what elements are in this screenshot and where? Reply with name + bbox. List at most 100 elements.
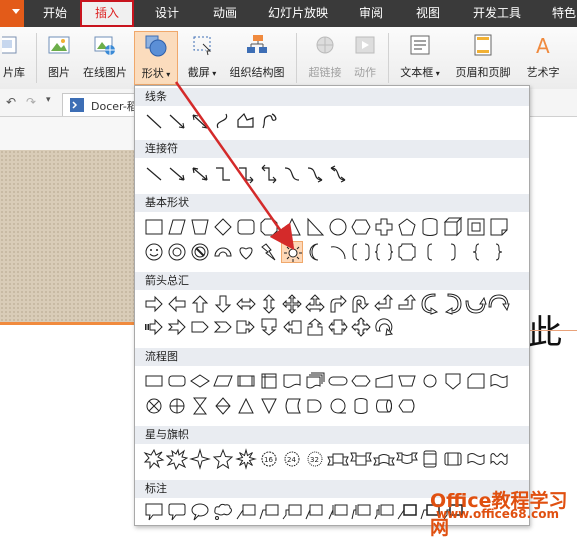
flowchart-terminator-shape[interactable] [327,370,349,392]
slide-thumbnail[interactable] [0,150,140,322]
header-footer-button[interactable]: 页眉和页脚 [450,31,516,85]
diamond-shape[interactable] [212,216,234,238]
cloud-callout-shape[interactable] [212,501,234,523]
rounded-rectangle-shape[interactable] [235,216,257,238]
hyperlink-button[interactable]: 超链接 [304,31,346,85]
line-callout-2-shape[interactable] [258,501,280,523]
explosion-2-shape[interactable] [166,448,188,470]
flowchart-multidocument-shape[interactable] [304,370,326,392]
parallelogram-shape[interactable] [166,216,188,238]
right-arrow-shape[interactable] [143,293,165,315]
elbow-double-arrow-connector-shape[interactable] [258,163,280,185]
left-right-arrow-shape[interactable] [235,293,257,315]
flowchart-punched-tape-shape[interactable] [488,370,510,392]
redo-icon[interactable]: ↷ [26,95,36,109]
curved-up-ribbon-shape[interactable] [373,448,395,470]
flowchart-predefined-process-shape[interactable] [235,370,257,392]
star-4-point-shape[interactable] [189,448,211,470]
curved-down-arrow-shape[interactable] [488,293,510,315]
left-brace-shape[interactable] [465,241,487,263]
quad-arrow-callout-shape[interactable] [350,316,372,338]
org-chart-button[interactable]: 组织结构图 [226,31,288,85]
tab-review[interactable]: 审阅 [346,0,396,27]
no-symbol-shape[interactable] [189,241,211,263]
tab-developer[interactable]: 开发工具 [462,0,532,27]
line-callout-1-shape[interactable] [235,501,257,523]
online-picture-button[interactable]: 在线图片 [78,31,132,85]
dropdown-icon[interactable]: ▾ [46,95,51,105]
folded-corner-shape[interactable] [488,216,510,238]
double-brace-shape[interactable] [373,241,395,263]
line-callout-3-shape[interactable] [281,501,303,523]
left-up-arrow-shape[interactable] [373,293,395,315]
bevel-shape[interactable] [465,216,487,238]
picture-button[interactable]: 图片 [42,31,76,85]
up-ribbon-shape[interactable] [327,448,349,470]
chevron-shape[interactable] [212,316,234,338]
moon-shape[interactable] [304,241,326,263]
flowchart-decision-shape[interactable] [189,370,211,392]
undo-icon[interactable]: ↶ [6,95,16,109]
flowchart-stored-data-shape[interactable] [281,395,303,417]
tab-design[interactable]: 设计 [140,0,194,27]
up-arrow-callout-shape[interactable] [304,316,326,338]
octagon-shape[interactable] [258,216,280,238]
accent-callout-2-shape[interactable] [350,501,372,523]
explosion-1-shape[interactable] [143,448,165,470]
flowchart-alternate-process-shape[interactable] [166,370,188,392]
screenshot-button[interactable]: 截屏 ▾ [180,31,224,85]
scribble-shape[interactable] [258,110,280,132]
flowchart-offpage-connector-shape[interactable] [442,370,464,392]
right-brace-shape[interactable] [488,241,510,263]
tab-view[interactable]: 视图 [404,0,452,27]
flowchart-sequential-storage-shape[interactable] [327,395,349,417]
flowchart-manual-operation-shape[interactable] [396,370,418,392]
down-ribbon-shape[interactable] [350,448,372,470]
flowchart-magnetic-disk-shape[interactable] [350,395,372,417]
left-arrow-callout-shape[interactable] [281,316,303,338]
flowchart-connector-shape[interactable] [419,370,441,392]
left-right-up-arrow-shape[interactable] [304,293,326,315]
flowchart-document-shape[interactable] [281,370,303,392]
star-32-point-shape[interactable]: 32 [304,448,326,470]
right-triangle-shape[interactable] [304,216,326,238]
cross-shape[interactable] [373,216,395,238]
connector-straight-shape[interactable] [143,163,165,185]
curved-arrow-connector-shape[interactable] [304,163,326,185]
circular-arrow-shape[interactable] [373,316,395,338]
cube-shape[interactable] [442,216,464,238]
arc-shape[interactable] [327,241,349,263]
flowchart-internal-storage-shape[interactable] [258,370,280,392]
flowchart-direct-access-storage-shape[interactable] [373,395,395,417]
down-arrow-shape[interactable] [212,293,234,315]
up-arrow-shape[interactable] [189,293,211,315]
bent-up-arrow-shape[interactable] [396,293,418,315]
freeform-shape[interactable] [235,110,257,132]
star-16-point-shape[interactable]: 16 [258,448,280,470]
oval-callout-shape[interactable] [189,501,211,523]
tab-home[interactable]: 开始 [30,0,80,27]
heart-shape[interactable] [235,241,257,263]
rectangular-callout-shape[interactable] [143,501,165,523]
line-callout-4-shape[interactable] [304,501,326,523]
wave-shape[interactable] [465,448,487,470]
flowchart-sort-shape[interactable] [212,395,234,417]
left-arrow-shape[interactable] [166,293,188,315]
striped-right-arrow-shape[interactable] [143,316,165,338]
hexagon-shape[interactable] [350,216,372,238]
down-arrow-callout-shape[interactable] [258,316,280,338]
curved-connector-shape[interactable] [281,163,303,185]
wordart-button[interactable]: A 艺术字 [520,31,566,85]
accent-callout-1-shape[interactable] [327,501,349,523]
block-arc-shape[interactable] [212,241,234,263]
smiley-shape[interactable] [143,241,165,263]
curve-shape[interactable] [212,110,234,132]
flowchart-merge-shape[interactable] [258,395,280,417]
curved-down-ribbon-shape[interactable] [396,448,418,470]
plaque-shape[interactable] [396,241,418,263]
vertical-scroll-shape[interactable] [419,448,441,470]
border-callout-1-shape[interactable] [396,501,418,523]
lightning-bolt-shape[interactable] [258,241,280,263]
star-5-point-shape[interactable] [212,448,234,470]
document-tab[interactable]: Docer-稻 [62,93,144,116]
